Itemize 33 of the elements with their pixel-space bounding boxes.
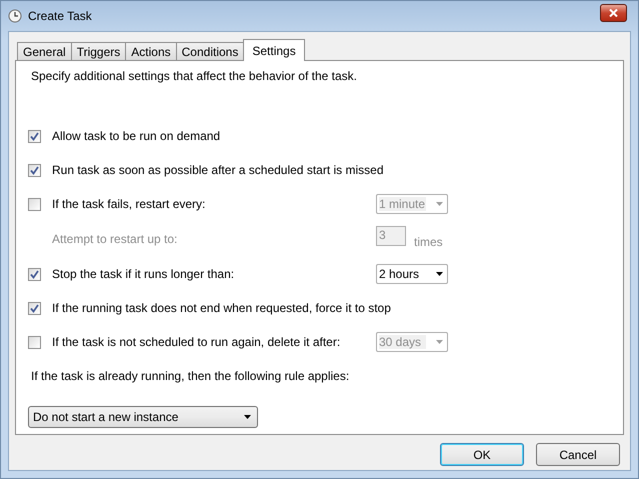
checkbox[interactable] [28,336,41,348]
setting-label: If the task is not scheduled to run again, delete it after: [52,335,342,349]
dropdown-arrow-icon [436,202,443,206]
setting-label: If the task fails, restart every: [52,197,206,211]
tab[interactable]: Actions [125,42,177,60]
dialog-button[interactable]: Cancel [536,443,620,466]
checkbox[interactable] [28,198,41,210]
checkbox[interactable] [28,268,41,280]
close-button[interactable] [600,4,627,22]
dropdown-arrow-icon [436,272,443,276]
description-text: Specify additional settings that affect the behavior of the task. [31,69,358,85]
tab[interactable]: Settings [243,39,305,61]
rule-dropdown[interactable]: Do not start a new instance [28,406,258,428]
clock-icon [8,9,22,23]
tab[interactable]: General [17,42,72,60]
duration-dropdown[interactable]: 2 hours [376,264,448,284]
dropdown-arrow-icon [436,340,443,344]
dropdown-arrow-icon [244,415,251,419]
setting-label: Attempt to restart up to: [52,232,178,246]
checkbox[interactable] [28,164,41,176]
setting-label: If the running task does not end when requested, force it to stop [52,301,392,315]
window-title: Create Task [28,9,92,23]
checkbox[interactable] [28,130,41,142]
setting-label: Run task as soon as possible after a scheduled start is missed [52,163,384,177]
setting-label: Stop the task if it runs longer than: [52,267,236,281]
dialog-button[interactable]: OK [440,443,524,466]
setting-label: Allow task to be run on demand [52,129,222,143]
checkbox[interactable] [28,302,41,314]
times-label: times [414,235,443,249]
tab[interactable]: Triggers [70,42,126,60]
close-icon [609,9,618,17]
rule-label: If the task is already running, then the following rule applies: [31,369,350,383]
tab[interactable]: Conditions [176,42,244,60]
